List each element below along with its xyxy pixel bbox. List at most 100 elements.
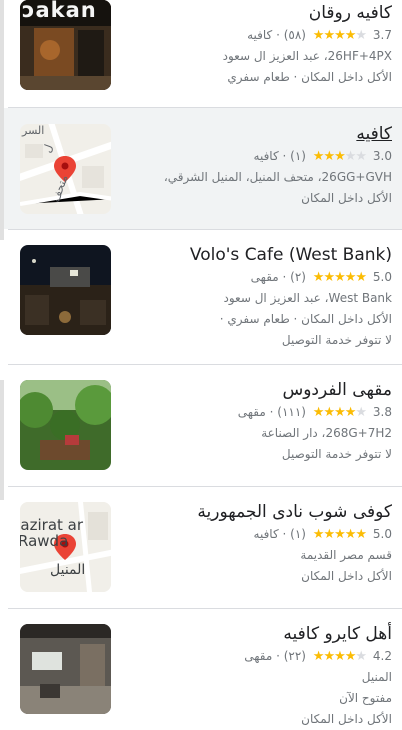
review-count: (١١١) [277,405,306,419]
place-category: مقهى [250,270,279,284]
star-icon: ★ [334,270,346,285]
rating-value: 3.7 [372,28,392,42]
rating-value: 5.0 [372,527,392,541]
place-card[interactable]: مقهى الفردوس 3.8 ★★★★★ (١١١) · مقهى 268G… [0,365,402,486]
place-category: كافيه [253,527,279,541]
rating-line: 4.2 ★★★★★ (٢٢) · مقهى [120,646,392,667]
star-icon: ★ [355,527,367,542]
rating-line: 5.0 ★★★★★ (٢) · مقهى [120,267,392,288]
review-count: (٢) [290,270,306,284]
star-icon: ★ [312,270,325,285]
place-photo[interactable] [20,624,111,714]
star-icon: ★ [344,405,357,420]
place-delivery: لا تتوفر خدمة التوصيل [281,447,392,461]
star-icon: ★ [334,527,346,542]
star-rating: ★★★★★ [312,402,367,423]
star-icon: ★ [355,405,367,420]
place-card[interactable]: السر متحف ل كافيه 3.0 ★★★★★ (١) · كافيه … [0,108,402,229]
star-icon: ★ [355,270,367,285]
map-label: Rawda [20,532,69,550]
map-thumbnail[interactable]: Jazirat ar Rawda المنيل [20,502,111,592]
star-icon: ★ [344,28,357,43]
place-delivery: لا تتوفر خدمة التوصيل [281,333,392,347]
garden-cafe-photo-icon [20,380,111,470]
map-label: المنيل [50,562,86,578]
star-rating: ★★★★★ [312,267,367,288]
sign-text: ɔakan [22,0,97,22]
place-address: 26HF+4PX، عبد العزيز ال سعود [222,49,392,63]
review-count: (١) [290,527,306,541]
star-rating: ★★★★★ [312,146,367,167]
place-name[interactable]: كافيه روقان [120,2,392,24]
map-label: السر [22,124,45,137]
place-photo[interactable] [20,380,111,470]
results-list: ɔakan كافيه روقان 3.7 ★★★★★ (٥٨) · كافيه… [0,0,402,726]
review-count: (٥٨) [283,28,306,42]
place-address: المنيل [361,670,392,684]
place-name[interactable]: كافيه [120,123,392,145]
star-icon: ★ [312,28,325,43]
star-icon: ★ [355,28,367,43]
star-icon: ★ [323,527,335,542]
place-address: قسم مصر القديمة [300,548,392,562]
rating-line: 3.8 ★★★★★ (١١١) · مقهى [120,402,392,423]
scrollbar[interactable] [0,0,4,240]
night-terrace-photo-icon [20,245,111,335]
star-icon: ★ [334,405,346,420]
place-features: الأكل داخل المكان · طعام سفري · [219,312,392,326]
place-name[interactable]: أهل كايرو كافيه [120,623,392,645]
rating-value: 3.8 [372,405,392,419]
rating-value: 3.0 [372,149,392,163]
place-features: الأكل داخل المكان [301,569,392,583]
rating-line: 5.0 ★★★★★ (١) · كافيه [120,524,392,545]
map-thumbnail[interactable]: السر متحف ل [20,124,111,214]
place-features: الأكل داخل المكان [301,191,392,205]
place-card[interactable]: ɔakan كافيه روقان 3.7 ★★★★★ (٥٨) · كافيه… [0,0,402,107]
star-rating: ★★★★★ [312,524,367,545]
star-icon: ★ [323,270,335,285]
place-address: 268G+7H2، دار الصناعة [261,426,392,440]
place-name[interactable]: كوفى شوب نادى الجمهورية [120,501,392,523]
star-icon: ★ [355,649,367,664]
scrollbar[interactable] [0,380,4,500]
rating-line: 3.0 ★★★★★ (١) · كافيه [120,146,392,167]
place-card[interactable]: أهل كايرو كافيه 4.2 ★★★★★ (٢٢) · مقهى ال… [0,609,402,726]
place-name[interactable]: مقهى الفردوس [120,379,392,401]
interior-photo-icon [20,624,111,714]
star-icon: ★ [323,149,335,164]
rating-value: 4.2 [372,649,392,663]
review-count: (١) [290,149,306,163]
place-category: مقهى [237,405,266,419]
star-icon: ★ [323,28,335,43]
star-icon: ★ [344,270,357,285]
rating-line: 3.7 ★★★★★ (٥٨) · كافيه [120,25,392,46]
star-icon: ★ [312,405,325,420]
star-rating: ★★★★★ [312,25,367,46]
map-icon [20,124,111,214]
rating-value: 5.0 [372,270,392,284]
star-icon: ★ [355,149,367,164]
place-category: كافيه [253,149,279,163]
star-icon: ★ [323,405,335,420]
star-icon: ★ [323,649,335,664]
star-icon: ★ [312,527,325,542]
place-name[interactable]: Volo's Cafe (West Bank) [120,244,392,266]
place-category: كافيه [247,28,273,42]
star-icon: ★ [344,149,357,164]
place-card[interactable]: Volo's Cafe (West Bank) 5.0 ★★★★★ (٢) · … [0,230,402,364]
place-open-status: مفتوح الآن [339,691,392,705]
place-address: 26GG+GVH، متحف المنيل، المنيل الشرقي، [163,170,392,184]
star-icon: ★ [334,149,346,164]
place-photo[interactable] [20,245,111,335]
place-category: مقهى [244,649,273,663]
star-icon: ★ [312,649,325,664]
star-rating: ★★★★★ [312,646,367,667]
place-photo[interactable]: ɔakan [20,0,111,90]
star-icon: ★ [334,649,346,664]
place-features: الأكل داخل المكان [301,712,392,726]
place-card[interactable]: Jazirat ar Rawda المنيل كوفى شوب نادى ال… [0,487,402,608]
star-icon: ★ [344,527,357,542]
review-count: (٢٢) [283,649,306,663]
star-icon: ★ [344,649,357,664]
star-icon: ★ [312,149,325,164]
